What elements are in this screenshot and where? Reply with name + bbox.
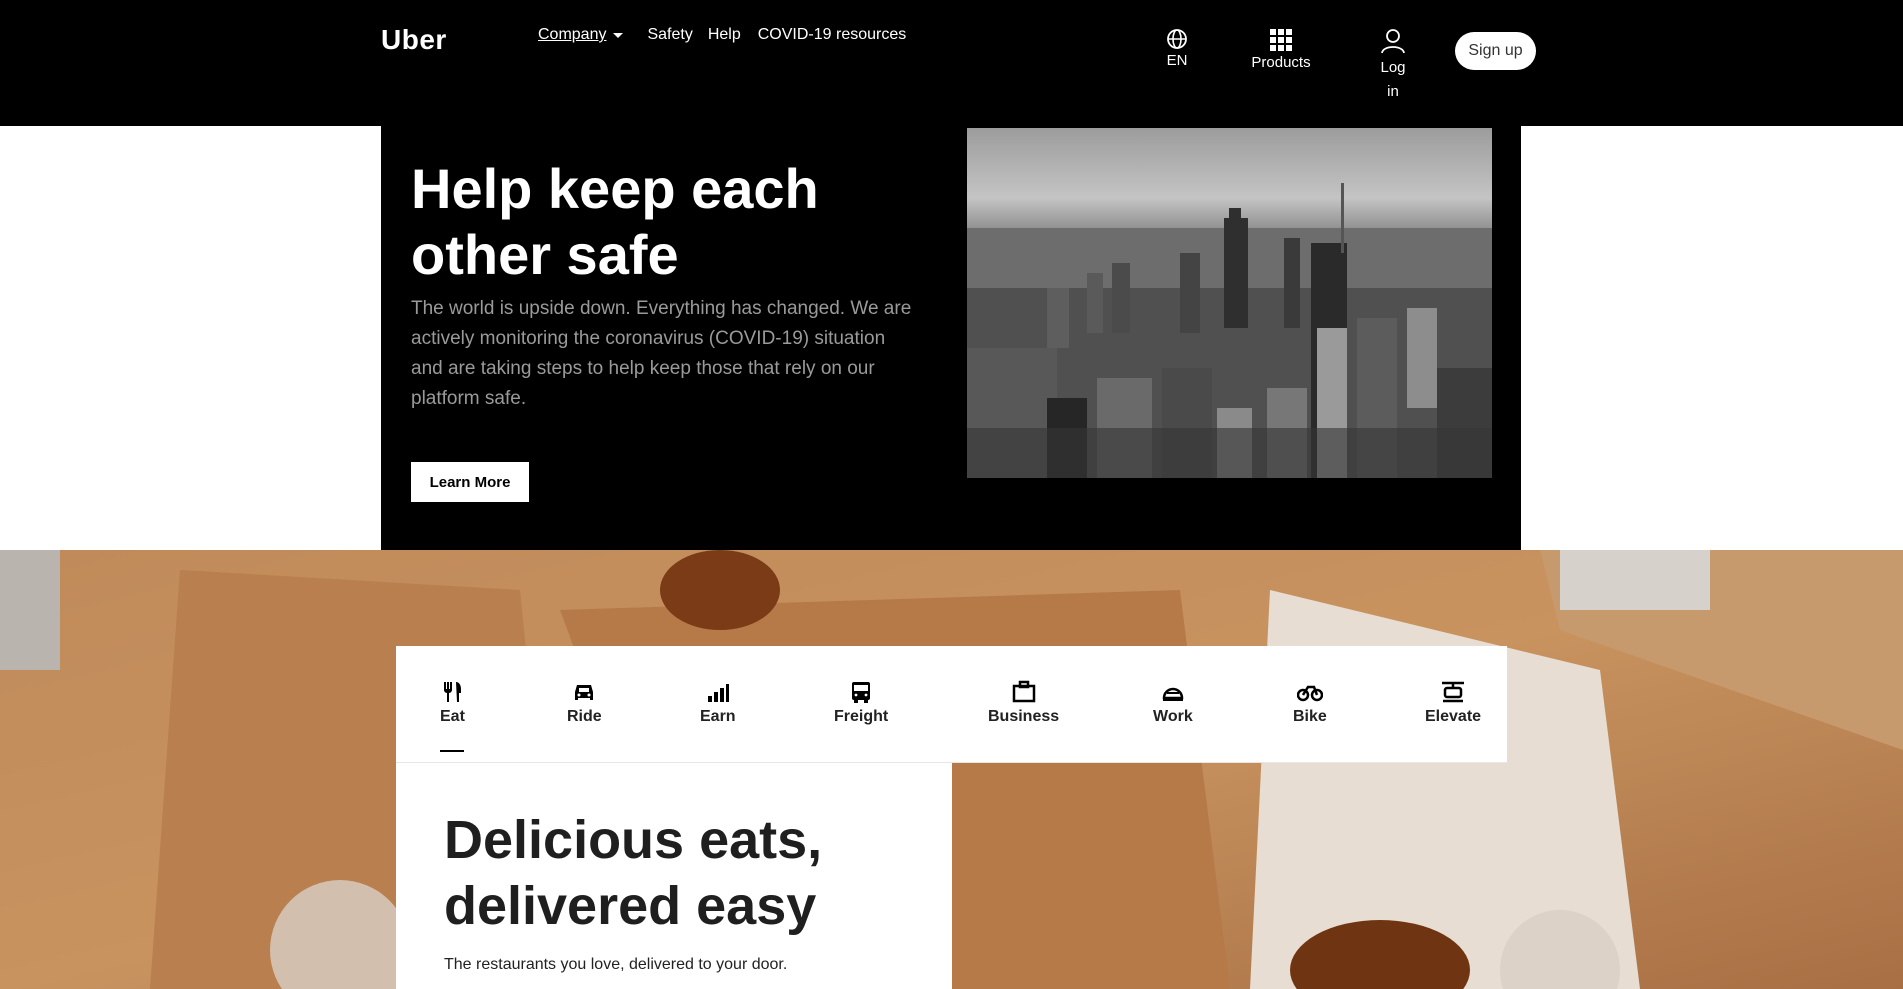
- truck-icon: [852, 682, 871, 703]
- main-nav: Company Safety Help COVID-19 resources: [538, 26, 921, 44]
- tab-earn[interactable]: Earn: [700, 680, 736, 726]
- tab-earn-label: Earn: [700, 708, 736, 725]
- tab-eat[interactable]: Eat: [440, 680, 465, 752]
- learn-more-button[interactable]: Learn More: [411, 462, 529, 502]
- products-menu[interactable]: Products: [1248, 28, 1314, 71]
- login-label-line2: in: [1387, 83, 1399, 100]
- car-icon: [575, 685, 594, 700]
- chevron-down-icon: [613, 32, 624, 38]
- city-skyline-image: [967, 128, 1492, 478]
- safety-link[interactable]: Safety: [647, 26, 692, 44]
- elevate-icon: [1442, 681, 1465, 703]
- briefcase-icon: [1012, 680, 1035, 703]
- tab-freight[interactable]: Freight: [834, 680, 888, 726]
- eats-subtitle: The restaurants you love, delivered to y…: [444, 956, 788, 973]
- hero-title: Help keep each other safe: [411, 157, 819, 286]
- product-tabs: Eat Ride Earn Freight Business Work Bike…: [396, 646, 1507, 763]
- bars-icon: [707, 684, 729, 702]
- company-menu-link[interactable]: Company: [538, 26, 624, 44]
- tab-work[interactable]: Work: [1153, 680, 1193, 726]
- tab-elevate[interactable]: Elevate: [1425, 680, 1481, 726]
- login-link[interactable]: Log in: [1375, 28, 1411, 104]
- hardhat-icon: [1162, 687, 1184, 701]
- company-menu-label: Company: [538, 26, 607, 43]
- tab-bike-label: Bike: [1293, 708, 1327, 725]
- products-label: Products: [1251, 54, 1311, 71]
- covid-resources-link[interactable]: COVID-19 resources: [758, 26, 907, 44]
- fork-knife-icon: [444, 682, 462, 702]
- language-selector[interactable]: EN: [1164, 28, 1190, 69]
- tab-freight-label: Freight: [834, 708, 889, 725]
- hero-description: The world is upside down. Everything has…: [411, 298, 912, 409]
- tab-business[interactable]: Business: [988, 680, 1059, 726]
- language-label: EN: [1166, 52, 1188, 69]
- login-label-line1: Log: [1380, 59, 1406, 76]
- signup-button[interactable]: Sign up: [1455, 32, 1536, 70]
- eats-title: Delicious eats, delivered easy: [444, 810, 823, 936]
- bike-icon: [1296, 685, 1323, 702]
- help-link[interactable]: Help: [708, 26, 741, 44]
- tab-eat-label: Eat: [440, 708, 465, 725]
- grid-icon: [1270, 29, 1292, 51]
- uber-logo[interactable]: Uber: [381, 24, 447, 56]
- safety-hero: Help keep each other safe The world is u…: [381, 126, 1521, 550]
- tab-ride[interactable]: Ride: [567, 680, 602, 726]
- globe-icon: [1167, 29, 1187, 49]
- tab-elevate-label: Elevate: [1425, 708, 1482, 725]
- eats-content-card: Delicious eats, delivered easy The resta…: [396, 763, 952, 989]
- tab-business-label: Business: [988, 708, 1060, 725]
- tab-ride-label: Ride: [567, 708, 602, 725]
- tab-bike[interactable]: Bike: [1293, 680, 1327, 726]
- active-tab-indicator: [440, 750, 465, 752]
- tab-work-label: Work: [1153, 708, 1193, 725]
- top-navigation-bar: Uber Company Safety Help COVID-19 resour…: [0, 0, 1903, 126]
- user-icon: [1381, 29, 1405, 54]
